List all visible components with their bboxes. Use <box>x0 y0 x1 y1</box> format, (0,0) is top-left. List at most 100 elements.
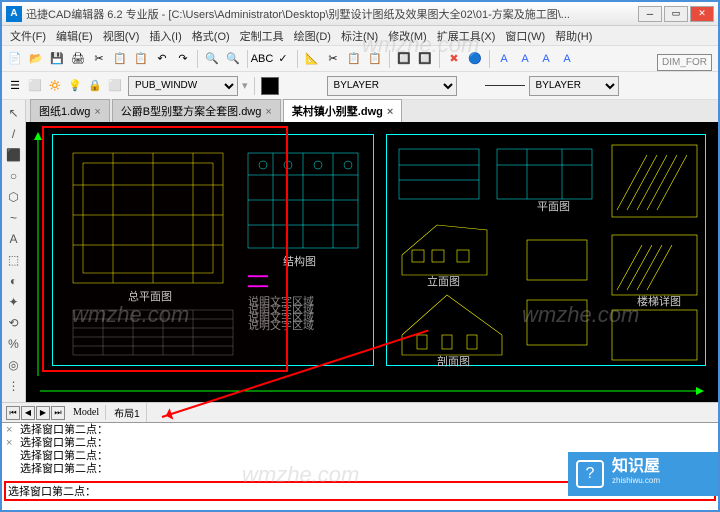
window-title: 迅捷CAD编辑器 6.2 专业版 - [C:\Users\Administrat… <box>26 6 638 22</box>
toolbar-button[interactable]: A <box>495 50 513 68</box>
layer-icon[interactable]: 🔒 <box>86 77 104 95</box>
menu-item[interactable]: 插入(I) <box>145 26 185 46</box>
toolbar-button[interactable]: ABC <box>253 50 271 68</box>
draw-tool[interactable]: ⬡ <box>5 188 23 206</box>
draw-tool[interactable]: ⬛ <box>5 146 23 164</box>
tab-next[interactable]: ▶ <box>36 406 50 420</box>
draw-tool[interactable]: ◎ <box>5 356 23 374</box>
menu-item[interactable]: 绘图(D) <box>290 26 335 46</box>
draw-tool[interactable]: ↖ <box>5 104 23 122</box>
draw-tool[interactable]: ⬚ <box>5 251 23 269</box>
menu-item[interactable]: 文件(F) <box>6 26 50 46</box>
toolbar-button[interactable]: 📋 <box>345 50 363 68</box>
linetype-select[interactable]: BYLAYER <box>327 76 457 96</box>
tab-nav: ⏮ ◀ ▶ ⏭ <box>6 406 65 420</box>
command-history-line: 选择窗口第二点： <box>20 463 108 476</box>
draw-tool[interactable]: ~ <box>5 209 23 227</box>
close-button[interactable]: ✕ <box>690 6 714 22</box>
toolbar-button[interactable]: A <box>558 50 576 68</box>
draw-tool[interactable]: ⟲ <box>5 314 23 332</box>
close-tab-icon[interactable]: × <box>387 106 393 118</box>
toolbar-button[interactable]: ✓ <box>274 50 292 68</box>
lineweight-select[interactable]: BYLAYER <box>529 76 619 96</box>
draw-tool[interactable]: % <box>5 335 23 353</box>
app-icon: A <box>6 6 22 22</box>
drawing-tab[interactable]: 图纸1.dwg× <box>30 99 110 122</box>
toolbar-button[interactable]: 💾 <box>48 50 66 68</box>
drawing-sheet-right: 立面图平面图剖面图 楼梯详图 <box>386 134 706 366</box>
layout1-tab[interactable]: 布局1 <box>108 403 147 422</box>
toolbar-button[interactable]: ✂ <box>324 50 342 68</box>
menu-item[interactable]: 编辑(E) <box>52 26 97 46</box>
main-toolbar: 📄📂💾🖨✂📋📋↶↷🔍🔍ABC✓📐✂📋📋🔲🔲✖🔵AAAA <box>2 46 718 72</box>
drawing-tab[interactable]: 某村镇小别墅.dwg× <box>283 99 403 122</box>
layer-select[interactable]: PUB_WINDW <box>128 76 238 96</box>
left-toolbar: ↖ / ⬛ ○ ⬡ ~ A ⬚ ◐ ✦ ⟲% ◎ ⋮ <box>2 100 26 402</box>
toolbar-button[interactable]: ↷ <box>174 50 192 68</box>
y-axis-icon <box>30 126 46 386</box>
menu-item[interactable]: 修改(M) <box>384 26 431 46</box>
menu-item[interactable]: 定制工具 <box>236 26 288 46</box>
canvas-wrap: 图纸1.dwg×公爵B型别墅方案全套图.dwg×某村镇小别墅.dwg× <box>26 100 718 402</box>
toolbar-button[interactable]: 📋 <box>366 50 384 68</box>
toolbar-button[interactable]: 🖨 <box>69 50 87 68</box>
layout-tabs: ⏮ ◀ ▶ ⏭ Model 布局1 <box>2 402 718 422</box>
toolbar-button[interactable]: 📐 <box>303 50 321 68</box>
draw-tool[interactable]: ◐ <box>5 272 23 290</box>
toolbar-button[interactable]: 📋 <box>111 50 129 68</box>
toolbar-button[interactable]: 🔍 <box>224 50 242 68</box>
menu-item[interactable]: 标注(N) <box>337 26 382 46</box>
drawing-canvas[interactable]: ━━━━━━ 说明文字区域说明文字区域说明文字区域说明文字区域 总平面图 结构图 <box>26 122 718 402</box>
model-tab[interactable]: Model <box>67 405 106 420</box>
layer-icon[interactable]: 💡 <box>66 77 84 95</box>
toolbar-button[interactable]: 📄 <box>6 50 24 68</box>
draw-tool[interactable]: / <box>5 125 23 143</box>
command-history-line: 选择窗口第二点： <box>20 450 108 463</box>
layer-icon[interactable]: 🔅 <box>46 77 64 95</box>
selection-rectangle <box>42 126 288 372</box>
toolbar-button[interactable]: 📂 <box>27 50 45 68</box>
layer-icon[interactable]: ⬜ <box>106 77 124 95</box>
menu-item[interactable]: 窗口(W) <box>501 26 549 46</box>
command-history-line: 选择窗口第二点： <box>20 437 108 450</box>
toolbar-button[interactable]: 📋 <box>132 50 150 68</box>
badge-url: zhishiwu.com <box>612 474 660 488</box>
menu-item[interactable]: 格式(O) <box>188 26 234 46</box>
draw-tool[interactable]: A <box>5 230 23 248</box>
layer-icon[interactable]: ⬜ <box>26 77 44 95</box>
brand-badge[interactable]: ? 知识屋 zhishiwu.com <box>568 452 718 496</box>
minimize-button[interactable]: ─ <box>638 6 662 22</box>
drawing-tab[interactable]: 公爵B型别墅方案全套图.dwg× <box>112 99 281 122</box>
layer-icon[interactable]: ☰ <box>6 77 24 95</box>
tab-first[interactable]: ⏮ <box>6 406 20 420</box>
badge-title: 知识屋 <box>612 460 660 474</box>
command-prompt: 选择窗口第二点： <box>8 483 96 499</box>
color-picker[interactable] <box>261 77 279 95</box>
menu-item[interactable]: 帮助(H) <box>551 26 596 46</box>
drawing-tabs: 图纸1.dwg×公爵B型别墅方案全套图.dwg×某村镇小别墅.dwg× <box>26 100 718 122</box>
main-area: ↖ / ⬛ ○ ⬡ ~ A ⬚ ◐ ✦ ⟲% ◎ ⋮ 图纸1.dwg×公爵B型别墅方案全套图.dwg×某… <box>2 100 718 402</box>
svg-text:楼梯详图: 楼梯详图 <box>637 294 681 308</box>
question-icon: ? <box>576 460 604 488</box>
tab-prev[interactable]: ◀ <box>21 406 35 420</box>
toolbar-button[interactable]: 🔵 <box>466 50 484 68</box>
draw-tool[interactable]: ○ <box>5 167 23 185</box>
draw-tool[interactable]: ⋮ <box>5 377 23 395</box>
toolbar-button[interactable]: ✖ <box>445 50 463 68</box>
dim-for-label: DIM_FOR <box>657 54 712 71</box>
toolbar-button[interactable]: A <box>516 50 534 68</box>
svg-text:剖面图: 剖面图 <box>437 354 470 367</box>
toolbar-button[interactable]: 🔍 <box>203 50 221 68</box>
menu-item[interactable]: 视图(V) <box>99 26 144 46</box>
menu-item[interactable]: 扩展工具(X) <box>433 26 500 46</box>
maximize-button[interactable]: ▭ <box>664 6 688 22</box>
close-tab-icon[interactable]: × <box>265 106 271 118</box>
toolbar-button[interactable]: 🔲 <box>416 50 434 68</box>
tab-last[interactable]: ⏭ <box>51 406 65 420</box>
draw-tool[interactable]: ✦ <box>5 293 23 311</box>
toolbar-button[interactable]: ✂ <box>90 50 108 68</box>
close-tab-icon[interactable]: × <box>94 106 100 118</box>
toolbar-button[interactable]: A <box>537 50 555 68</box>
toolbar-button[interactable]: 🔲 <box>395 50 413 68</box>
toolbar-button[interactable]: ↶ <box>153 50 171 68</box>
